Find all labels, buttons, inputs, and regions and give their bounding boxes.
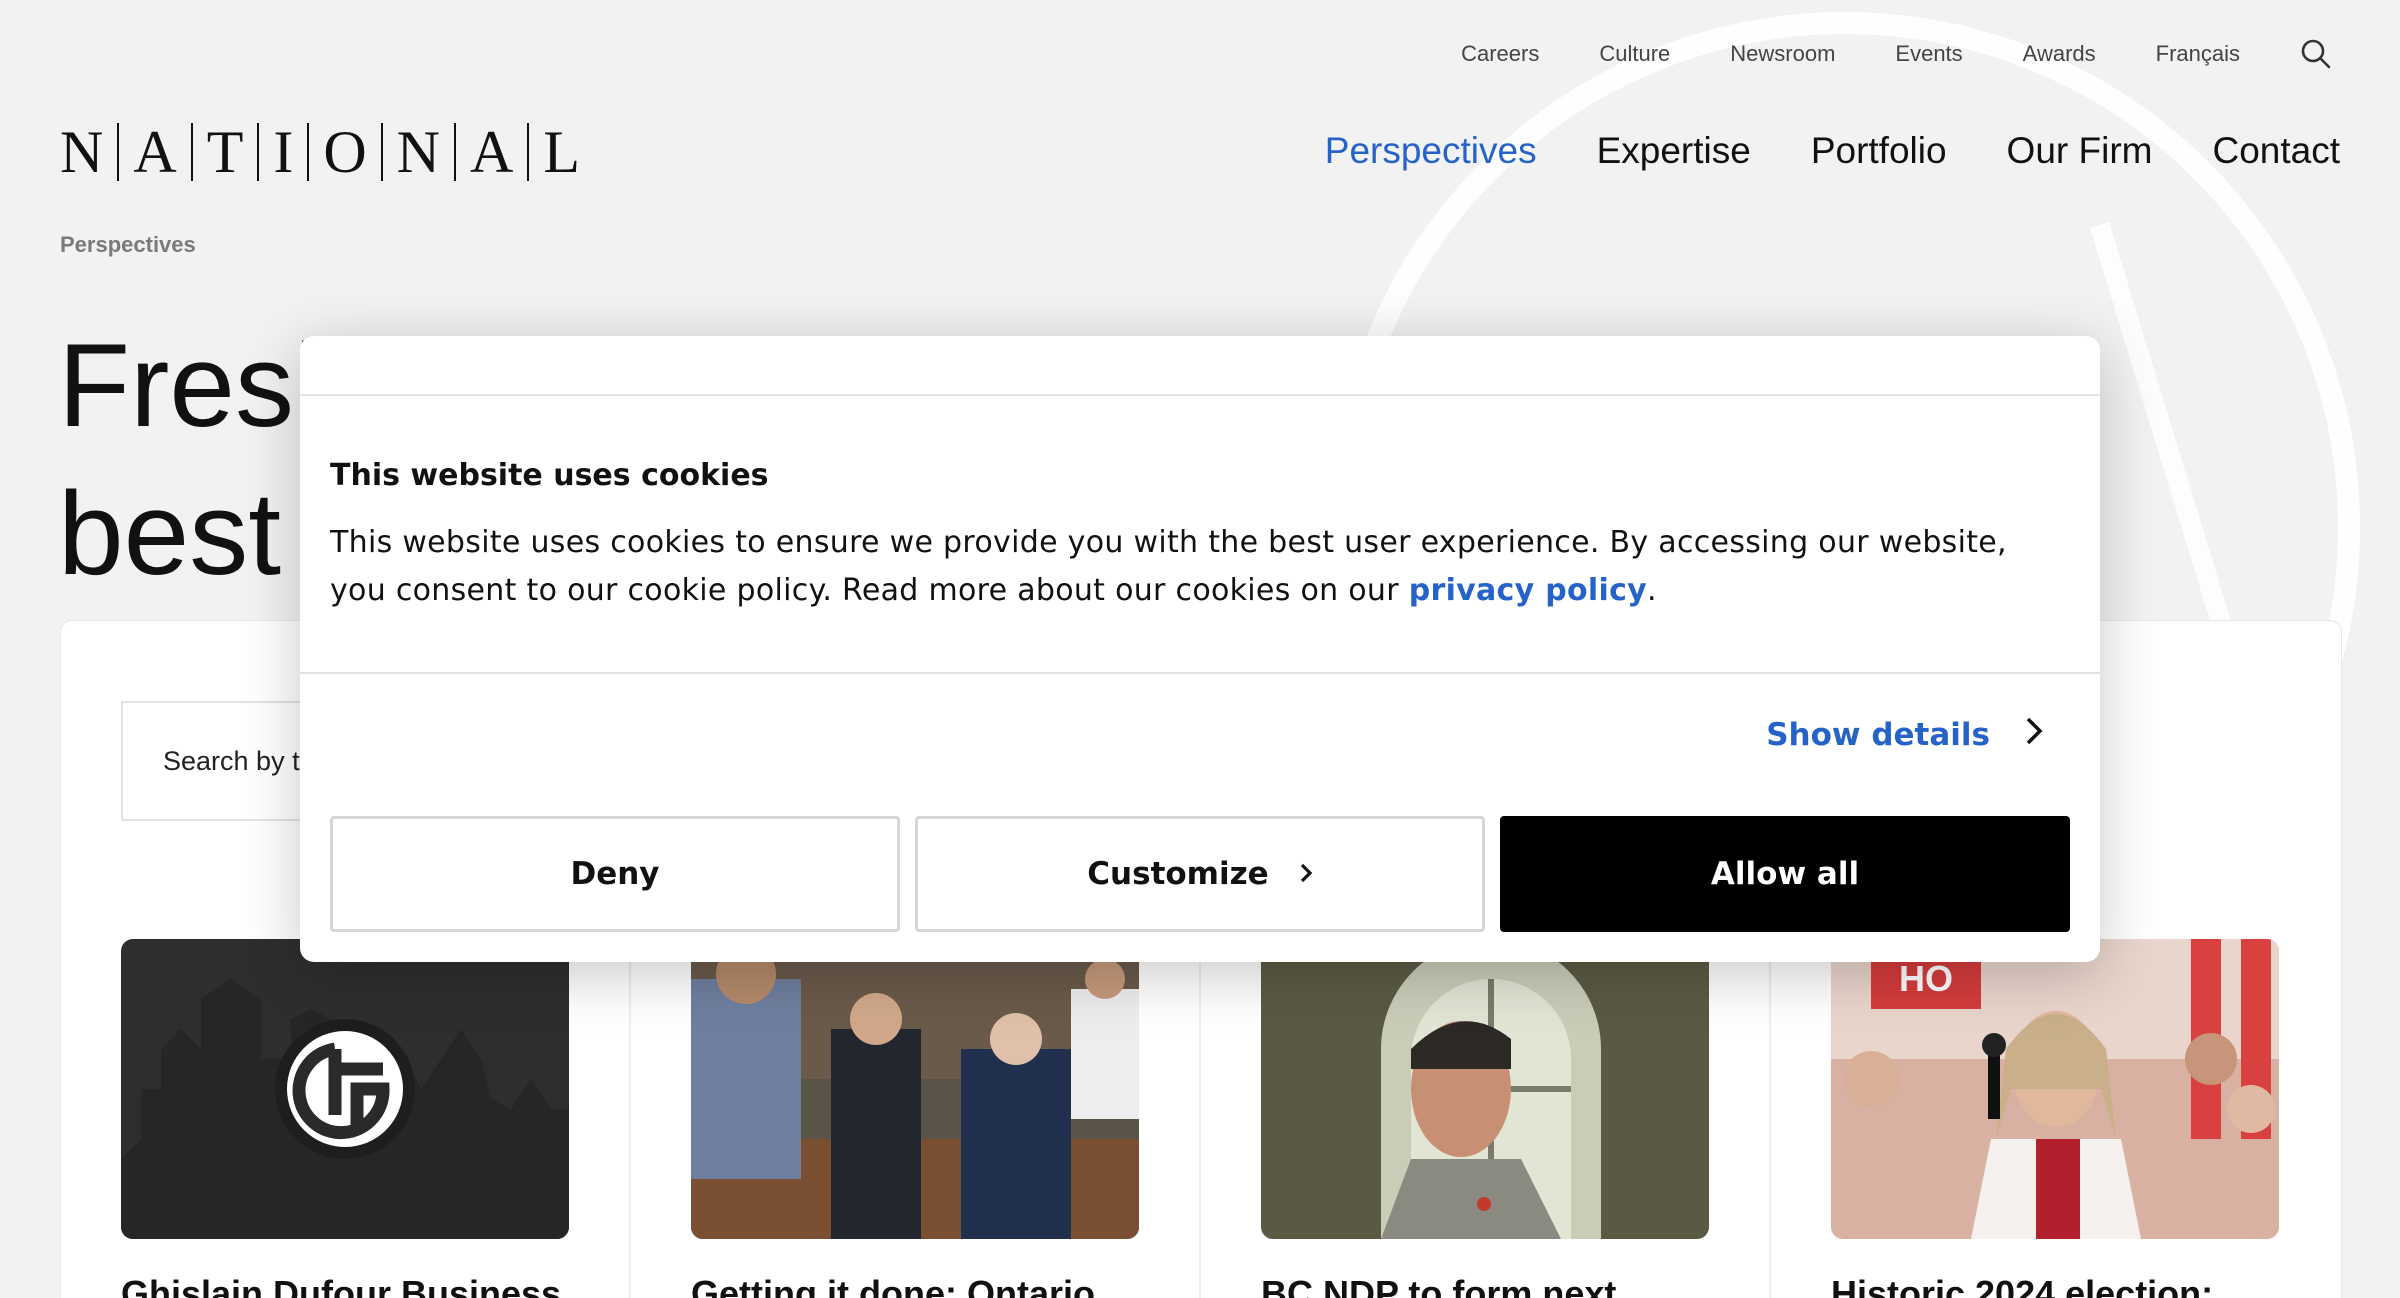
dialog-header (300, 336, 2100, 396)
dialog-body: This website uses cookies This website u… (300, 396, 2100, 674)
deny-button[interactable]: Deny (330, 816, 900, 932)
allow-all-button[interactable]: Allow all (1500, 816, 2070, 932)
consent-buttons: Deny Customize Allow all (330, 816, 2070, 932)
cookie-description-end: . (1647, 573, 1657, 608)
show-details-label: Show details (1766, 717, 1990, 753)
cookie-consent-dialog: This website uses cookies This website u… (300, 336, 2100, 962)
cookie-heading: This website uses cookies (330, 458, 769, 493)
customize-label: Customize (1087, 856, 1269, 892)
customize-button[interactable]: Customize (915, 816, 1485, 932)
details-row: Show details (300, 674, 2100, 814)
chevron-right-icon (1299, 856, 1313, 892)
show-details-link[interactable]: Show details (1766, 716, 2044, 754)
chevron-right-icon (2024, 716, 2044, 754)
cookie-description: This website uses cookies to ensure we p… (330, 519, 2070, 615)
cookie-description-text: This website uses cookies to ensure we p… (330, 525, 2007, 608)
privacy-policy-link[interactable]: privacy policy (1409, 573, 1647, 608)
